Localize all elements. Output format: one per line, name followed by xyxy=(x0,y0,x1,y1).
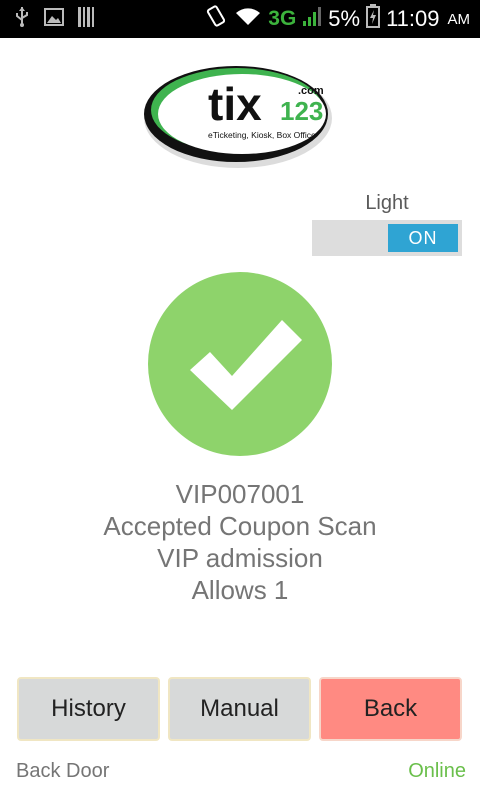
usb-icon xyxy=(14,6,30,33)
clock-time: 11:09 xyxy=(386,6,440,31)
clock-ampm: AM xyxy=(447,10,471,28)
connection-status: Online xyxy=(408,760,466,782)
logo-dotcom: .com xyxy=(298,85,324,97)
status-bar: 3G 5% 11:09 AM xyxy=(0,0,480,38)
battery-icon xyxy=(366,4,381,34)
light-label: Light xyxy=(365,192,409,214)
scan-result: VIP007001 Accepted Coupon Scan VIP admis… xyxy=(0,478,480,606)
admission-allows: Allows 1 xyxy=(191,575,289,605)
ticket-code: VIP007001 xyxy=(175,479,305,509)
accepted-check-icon xyxy=(148,272,332,456)
logo-tagline: eTicketing, Kiosk, Box Office xyxy=(208,130,316,140)
wifi-icon xyxy=(234,5,262,33)
battery-percent: 5% xyxy=(328,6,361,31)
tix123-logo: tix 123 .com eTicketing, Kiosk, Box Offi… xyxy=(140,52,340,172)
vibrate-icon xyxy=(204,4,228,34)
network-type: 3G xyxy=(268,7,297,30)
scan-status: Accepted Coupon Scan xyxy=(103,511,377,541)
logo-name: tix xyxy=(208,78,262,130)
signal-icon xyxy=(302,5,322,33)
manual-button[interactable]: Manual xyxy=(168,677,311,741)
image-icon xyxy=(44,7,64,31)
history-button[interactable]: History xyxy=(17,677,160,741)
back-button[interactable]: Back xyxy=(319,677,462,741)
gate-location: Back Door xyxy=(16,760,110,782)
barcode-icon xyxy=(78,6,96,32)
admission-type: VIP admission xyxy=(157,543,323,573)
light-toggle[interactable]: ON xyxy=(312,220,462,256)
logo-number: 123 xyxy=(280,96,323,126)
light-toggle-state: ON xyxy=(388,224,458,252)
